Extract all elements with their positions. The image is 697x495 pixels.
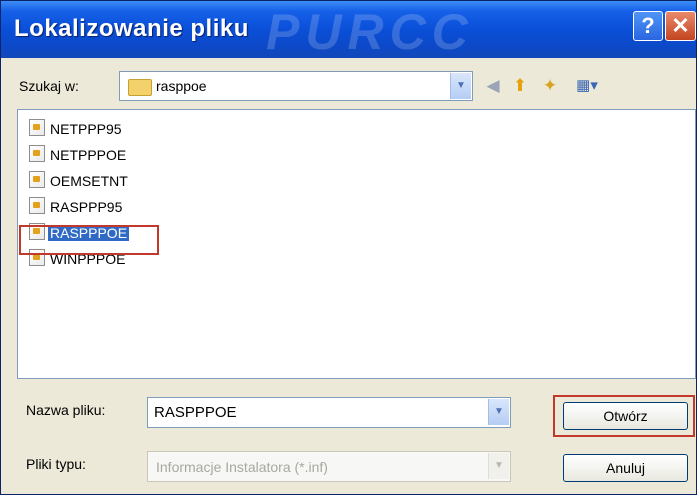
look-in-combobox[interactable]: rasppoe ▼ <box>119 71 473 101</box>
open-button-highlight-box <box>553 395 695 437</box>
help-icon: ? <box>641 13 655 38</box>
look-in-value: rasppoe <box>156 78 207 94</box>
file-name: RASPPP95 <box>50 199 123 215</box>
up-folder-icon[interactable]: ⬆ <box>509 75 531 97</box>
chevron-down-icon: ▼ <box>488 453 509 479</box>
list-item[interactable]: NETPPPOE <box>29 145 128 165</box>
look-in-label: Szukaj w: <box>19 78 79 94</box>
list-item[interactable]: RASPPP95 <box>29 197 124 217</box>
help-button[interactable]: ? <box>633 11 663 41</box>
chevron-down-icon[interactable]: ▼ <box>450 73 471 99</box>
back-icon[interactable]: ◀ <box>482 75 504 97</box>
file-name-label: Nazwa pliku: <box>26 402 106 418</box>
cancel-button[interactable]: Anuluj <box>563 454 688 482</box>
file-type-select: Informacje Instalatora (*.inf) ▼ <box>147 451 511 482</box>
file-name: OEMSETNT <box>50 173 128 189</box>
new-folder-icon[interactable]: ✦ <box>539 75 561 97</box>
inf-file-icon <box>29 197 45 214</box>
close-icon: ✕ <box>671 13 690 38</box>
inf-file-icon <box>29 145 45 162</box>
file-type-value: Informacje Instalatora (*.inf) <box>156 459 328 475</box>
file-name-combobox[interactable]: ▼ <box>147 397 511 428</box>
dialog-title: Lokalizowanie pliku <box>14 15 249 42</box>
watermark: PURCC <box>266 4 474 60</box>
close-button[interactable]: ✕ <box>665 11 696 41</box>
chevron-down-icon[interactable]: ▼ <box>488 399 509 425</box>
open-file-dialog: PURCC Lokalizowanie pliku ? ✕ Szukaj w: … <box>0 0 697 495</box>
folder-icon <box>128 79 152 96</box>
selection-highlight-box <box>19 225 159 255</box>
list-item[interactable]: NETPPP95 <box>29 119 124 139</box>
title-bar[interactable]: PURCC Lokalizowanie pliku ? ✕ <box>1 1 696 60</box>
file-name: NETPPPOE <box>50 147 127 163</box>
file-name-input[interactable] <box>154 404 464 421</box>
file-list[interactable]: NETPPP95 NETPPPOE OEMSETNT RASPPP95 RASP… <box>17 109 696 379</box>
file-type-label: Pliki typu: <box>26 456 86 472</box>
file-name: NETPPP95 <box>50 121 122 137</box>
view-menu-icon[interactable]: ▦▾ <box>571 75 603 97</box>
inf-file-icon <box>29 119 45 136</box>
list-item[interactable]: OEMSETNT <box>29 171 130 191</box>
inf-file-icon <box>29 171 45 188</box>
